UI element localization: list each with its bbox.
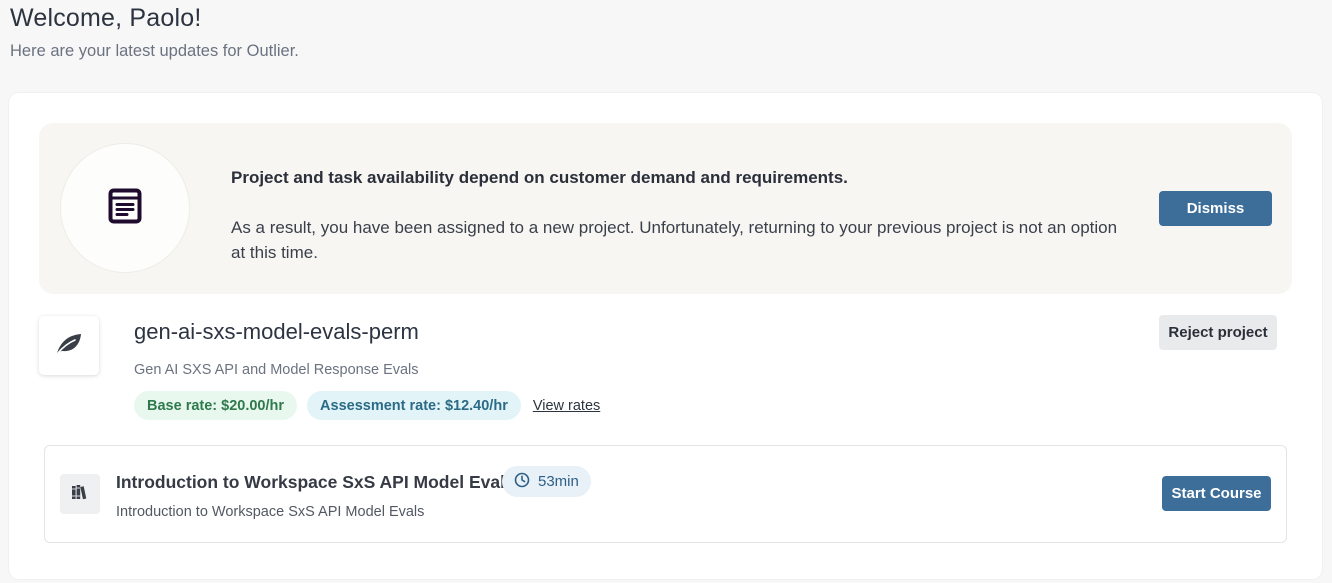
clock-icon — [514, 472, 530, 492]
duration-badge: 53min — [502, 466, 591, 497]
leaf-icon — [55, 331, 83, 360]
dashboard-page: Welcome, Paolo! Here are your latest upd… — [0, 0, 1332, 583]
rate-row: Base rate: $20.00/hr Assessment rate: $1… — [134, 391, 600, 420]
notice-heading: Project and task availability depend on … — [231, 168, 848, 187]
course-icon-container — [60, 474, 100, 514]
updates-card: Project and task availability depend on … — [9, 93, 1322, 579]
course-title: Introduction to Workspace SxS API Model … — [116, 472, 515, 492]
page-subtitle: Here are your latest updates for Outlier… — [10, 42, 299, 60]
page-title: Welcome, Paolo! — [10, 4, 202, 32]
dismiss-button[interactable]: Dismiss — [1159, 191, 1272, 226]
notice-icon-container — [60, 143, 190, 273]
reject-project-button[interactable]: Reject project — [1159, 315, 1277, 350]
notice-body: As a result, you have been assigned to a… — [231, 218, 1118, 262]
notice-banner: Project and task availability depend on … — [39, 123, 1292, 294]
project-description: Gen AI SXS API and Model Response Evals — [134, 362, 419, 378]
project-name: gen-ai-sxs-model-evals-perm — [134, 319, 419, 344]
project-icon-container — [39, 316, 99, 375]
course-subtitle: Introduction to Workspace SxS API Model … — [116, 504, 425, 520]
document-icon — [108, 188, 142, 229]
base-rate-badge: Base rate: $20.00/hr — [134, 391, 298, 420]
course-card: Introduction to Workspace SxS API Model … — [44, 445, 1287, 543]
books-icon — [71, 483, 89, 506]
start-course-button[interactable]: Start Course — [1162, 476, 1271, 511]
view-rates-link[interactable]: View rates — [533, 398, 600, 414]
assessment-rate-badge: Assessment rate: $12.40/hr — [307, 391, 521, 420]
duration-text: 53min — [538, 473, 579, 490]
